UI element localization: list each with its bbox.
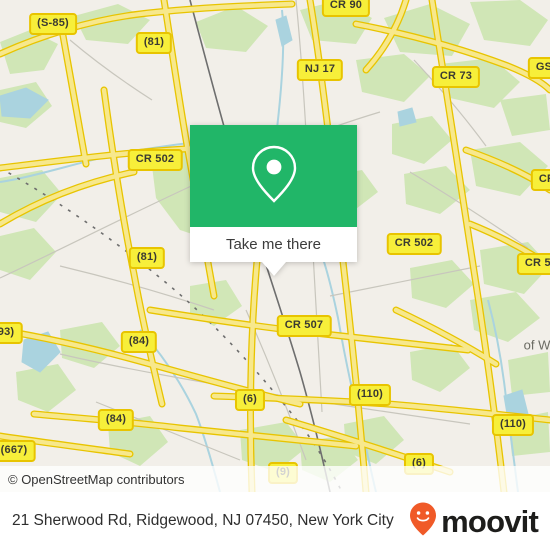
road-shield: (84) <box>120 331 158 353</box>
moovit-wordmark: moovit <box>441 503 539 539</box>
road-shield: GS <box>527 57 550 79</box>
callout-header <box>190 125 357 227</box>
address-text: 21 Sherwood Rd, Ridgewood, NJ 07450, New… <box>12 511 394 529</box>
moovit-smiley-pin-icon <box>408 501 438 542</box>
road-shield: CR 50 <box>516 253 550 275</box>
road-shield: (110) <box>348 384 392 406</box>
road-shield: CR 90 <box>321 0 371 17</box>
place-label: of W <box>523 337 550 353</box>
road-shield: 93) <box>0 322 23 344</box>
road-shield: NJ 17 <box>296 59 344 81</box>
road-shield: (81) <box>128 247 166 269</box>
road-shield: CR 73 <box>431 66 481 88</box>
location-callout-card[interactable]: Take me there <box>190 125 357 276</box>
map-pin-icon <box>247 142 301 211</box>
road-shield: (81) <box>135 32 173 54</box>
map-canvas[interactable]: (S-85) CR 90 (81) NJ 17 CR 73 GS CR 502 … <box>0 0 550 492</box>
moovit-brand[interactable]: moovit <box>408 501 539 542</box>
road-shield: CR 502 <box>386 233 442 255</box>
road-shield: (6) <box>234 389 266 411</box>
road-shield: CR 507 <box>276 315 332 337</box>
road-shield: CR <box>530 169 550 191</box>
road-shield: CR 502 <box>127 149 183 171</box>
road-shield: (110) <box>491 414 535 436</box>
attribution-text[interactable]: © OpenStreetMap contributors <box>0 473 185 486</box>
take-me-there-label: Take me there <box>225 236 322 253</box>
map-attribution-bar: © OpenStreetMap contributors <box>0 466 550 492</box>
road-shield: (84) <box>97 409 135 431</box>
road-shield: (667) <box>0 440 36 462</box>
take-me-there-button[interactable]: Take me there <box>190 227 357 262</box>
bottom-info-bar: 21 Sherwood Rd, Ridgewood, NJ 07450, New… <box>0 492 550 550</box>
map-location-screen: (S-85) CR 90 (81) NJ 17 CR 73 GS CR 502 … <box>0 0 550 550</box>
callout-tail <box>261 262 286 276</box>
road-shield: (S-85) <box>29 13 77 35</box>
